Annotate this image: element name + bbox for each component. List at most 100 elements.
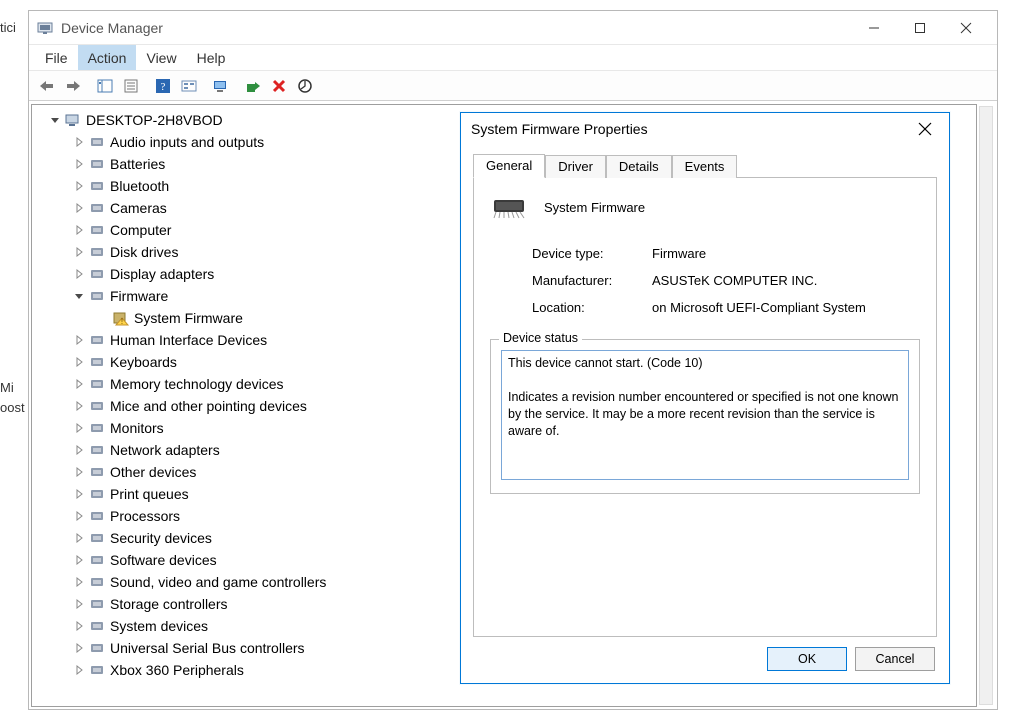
category-icon <box>88 199 106 217</box>
chevron-right-icon[interactable] <box>72 487 86 501</box>
category-icon <box>88 617 106 635</box>
dialog-titlebar: System Firmware Properties <box>461 113 949 145</box>
view-toolbar-button[interactable] <box>177 74 201 98</box>
chevron-right-icon[interactable] <box>72 443 86 457</box>
category-icon <box>88 639 106 657</box>
category-icon <box>88 661 106 679</box>
category-icon <box>88 265 106 283</box>
tree-node-label: Xbox 360 Peripherals <box>110 659 244 681</box>
chevron-right-icon[interactable] <box>72 619 86 633</box>
category-icon <box>88 441 106 459</box>
chevron-right-icon[interactable] <box>72 465 86 479</box>
chevron-right-icon[interactable] <box>72 553 86 567</box>
disable-device-button[interactable] <box>293 74 317 98</box>
menubar: File Action View Help <box>29 45 997 71</box>
computer-icon <box>64 111 82 129</box>
device-status-text[interactable] <box>501 350 909 480</box>
chevron-right-icon[interactable] <box>72 377 86 391</box>
category-icon <box>88 243 106 261</box>
chip-icon <box>490 192 530 222</box>
device-status-legend: Device status <box>499 331 582 345</box>
tabstrip: General Driver Details Events <box>473 151 937 177</box>
tree-node-label: Human Interface Devices <box>110 329 267 351</box>
chevron-right-icon[interactable] <box>72 333 86 347</box>
vertical-scrollbar[interactable] <box>979 106 993 705</box>
chevron-right-icon[interactable] <box>72 201 86 215</box>
tree-node-label: Disk drives <box>110 241 178 263</box>
category-icon <box>88 529 106 547</box>
help-toolbar-button[interactable]: ? <box>151 74 175 98</box>
tab-driver[interactable]: Driver <box>545 155 606 178</box>
maximize-button[interactable] <box>897 13 943 43</box>
category-icon <box>88 507 106 525</box>
manufacturer-value: ASUSTeK COMPUTER INC. <box>652 273 920 288</box>
tab-details[interactable]: Details <box>606 155 672 178</box>
menu-file[interactable]: File <box>35 45 78 70</box>
tree-node-label: Audio inputs and outputs <box>110 131 264 153</box>
tree-node-label: Processors <box>110 505 180 527</box>
update-driver-button[interactable] <box>241 74 265 98</box>
tree-node-label: Print queues <box>110 483 189 505</box>
category-icon <box>88 485 106 503</box>
tree-node-label: Firmware <box>110 285 168 307</box>
chevron-right-icon[interactable] <box>72 597 86 611</box>
tree-node-label: Display adapters <box>110 263 214 285</box>
minimize-button[interactable] <box>851 13 897 43</box>
chevron-right-icon[interactable] <box>72 509 86 523</box>
tree-node-label: Bluetooth <box>110 175 169 197</box>
chevron-right-icon[interactable] <box>72 399 86 413</box>
firmware-warning-icon: ! <box>112 309 130 327</box>
cancel-button[interactable]: Cancel <box>855 647 935 671</box>
chevron-down-icon[interactable] <box>48 113 62 127</box>
dialog-title-text: System Firmware Properties <box>471 121 911 137</box>
properties-dialog: System Firmware Properties General Drive… <box>460 112 950 684</box>
manufacturer-label: Manufacturer: <box>532 273 652 288</box>
category-icon <box>88 397 106 415</box>
tree-node-label: Security devices <box>110 527 212 549</box>
category-icon <box>88 221 106 239</box>
category-icon <box>88 573 106 591</box>
chevron-right-icon[interactable] <box>72 575 86 589</box>
category-icon <box>88 419 106 437</box>
tree-node-label: Memory technology devices <box>110 373 284 395</box>
menu-help[interactable]: Help <box>187 45 236 70</box>
chevron-right-icon[interactable] <box>72 157 86 171</box>
svg-text:?: ? <box>161 81 166 93</box>
ok-button[interactable]: OK <box>767 647 847 671</box>
tree-node-label: Mice and other pointing devices <box>110 395 307 417</box>
menu-action[interactable]: Action <box>78 45 137 70</box>
close-button[interactable] <box>943 13 989 43</box>
uninstall-device-button[interactable] <box>267 74 291 98</box>
chevron-right-icon[interactable] <box>72 531 86 545</box>
chevron-right-icon[interactable] <box>72 179 86 193</box>
tree-node-label: Storage controllers <box>110 593 228 615</box>
category-icon <box>88 331 106 349</box>
forward-button[interactable] <box>61 74 85 98</box>
chevron-right-icon[interactable] <box>72 421 86 435</box>
chevron-right-icon[interactable] <box>72 245 86 259</box>
bg-fragment: Mi <box>0 380 14 395</box>
chevron-right-icon[interactable] <box>72 223 86 237</box>
category-icon <box>88 551 106 569</box>
properties-toolbar-button[interactable] <box>119 74 143 98</box>
chevron-right-icon[interactable] <box>72 135 86 149</box>
chevron-down-icon[interactable] <box>72 289 86 303</box>
tree-node-label: Network adapters <box>110 439 220 461</box>
show-hide-tree-button[interactable] <box>93 74 117 98</box>
tab-general[interactable]: General <box>473 154 545 178</box>
location-label: Location: <box>532 300 652 315</box>
device-name: System Firmware <box>544 200 645 215</box>
category-icon <box>88 463 106 481</box>
back-button[interactable] <box>35 74 59 98</box>
chevron-right-icon[interactable] <box>72 267 86 281</box>
tab-events[interactable]: Events <box>672 155 738 178</box>
menu-view[interactable]: View <box>136 45 186 70</box>
tree-node-label: Sound, video and game controllers <box>110 571 326 593</box>
dialog-close-button[interactable] <box>911 115 939 143</box>
chevron-right-icon[interactable] <box>72 355 86 369</box>
chevron-right-icon[interactable] <box>72 663 86 677</box>
titlebar: Device Manager <box>29 11 997 45</box>
scan-hardware-button[interactable] <box>209 74 233 98</box>
location-value: on Microsoft UEFI-Compliant System <box>652 300 920 315</box>
chevron-right-icon[interactable] <box>72 641 86 655</box>
